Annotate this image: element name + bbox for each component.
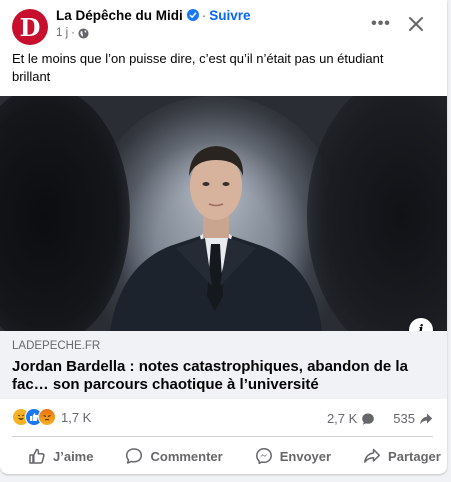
reaction-count: 1,7 K — [61, 409, 92, 425]
post-timestamp[interactable]: 1 j — [56, 27, 68, 39]
angry-icon — [38, 408, 56, 426]
share-arrow-icon — [420, 413, 433, 424]
post-meta: 1 j · — [56, 27, 89, 39]
post-text: Et le moins que l’on puisse dire, c’est … — [12, 51, 384, 84]
more-options-icon[interactable]: ••• — [367, 10, 395, 38]
link-headline[interactable]: Jordan Bardella : notes catastrophiques,… — [12, 358, 432, 394]
meta-separator: · — [71, 27, 75, 39]
comment-count[interactable]: 2,7 K — [327, 411, 357, 426]
thumbs-up-icon — [29, 448, 45, 464]
link-preview-image[interactable] — [0, 96, 447, 331]
share-count[interactable]: 535 — [393, 411, 415, 426]
post-actions-bar: J’aime Commenter Envoyer Partager — [12, 441, 441, 471]
comment-button[interactable]: Commenter — [109, 447, 238, 465]
share-label: Partager — [388, 448, 441, 464]
post-card: D La Dépêche du Midi · Suivre 1 j · ••• Et… — [0, 0, 447, 474]
like-label: J’aime — [53, 448, 94, 464]
send-button[interactable]: Envoyer — [239, 447, 347, 465]
share-button[interactable]: Partager — [347, 447, 447, 465]
post-header: D La Dépêche du Midi · Suivre 1 j · ••• — [12, 6, 435, 46]
engagement-stats: 2,7 K 535 — [327, 411, 433, 426]
foreground-blur-right — [307, 96, 447, 331]
share-icon — [364, 448, 381, 463]
follow-button[interactable]: Suivre — [209, 8, 250, 23]
separator-dot: · — [201, 8, 207, 23]
reactions-summary[interactable]: 1,7 K — [12, 408, 91, 426]
page-avatar[interactable]: D — [12, 9, 48, 45]
page-name[interactable]: La Dépêche du Midi — [56, 8, 183, 23]
globe-icon — [78, 27, 89, 39]
page-name-row: La Dépêche du Midi · Suivre — [56, 8, 251, 23]
send-label: Envoyer — [279, 448, 332, 464]
link-preview-text[interactable]: LADEPECHE.FR Jordan Bardella : notes cat… — [0, 331, 447, 399]
comment-label: Commenter — [150, 448, 223, 464]
comment-icon — [126, 448, 143, 464]
verified-badge-icon — [186, 9, 199, 21]
actions-divider — [12, 436, 433, 437]
comment-bubble-icon — [362, 413, 375, 425]
link-domain: LADEPECHE.FR — [12, 340, 101, 352]
like-button[interactable]: J’aime — [12, 447, 109, 465]
messenger-icon — [255, 448, 272, 465]
close-icon[interactable] — [401, 9, 431, 39]
